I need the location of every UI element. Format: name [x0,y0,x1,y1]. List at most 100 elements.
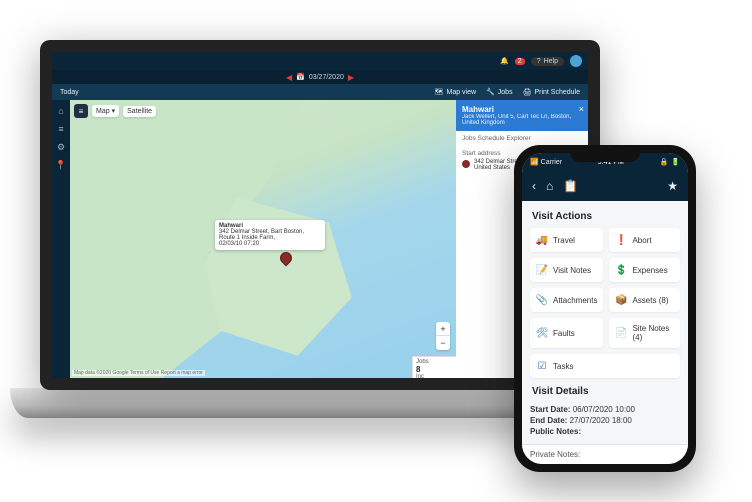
wrench-icon: 🔧 [486,88,495,96]
alert-icon: ❗ [615,234,627,246]
note-icon: 📝 [536,264,548,276]
end-date-value: 27/07/2020 18:00 [570,416,632,425]
paperclip-icon: 📎 [536,294,548,306]
visit-actions-title: Visit Actions [532,211,680,222]
panel-section-title: Jobs Schedule Explorer [462,135,582,142]
tab-map-view[interactable]: 🗺 Map view [435,88,476,96]
action-tasks-label: Tasks [553,362,573,371]
action-tasks[interactable]: ☑ Tasks [530,354,680,378]
help-button[interactable]: ? Help [531,57,564,66]
action-visit-notes[interactable]: 📝 Visit Notes [530,258,603,282]
sidebar-gear-icon[interactable]: ⚙ [56,142,66,152]
map-attribution: Map data ©2020 Google Terms of Use Repor… [72,370,205,376]
close-icon[interactable]: × [579,104,584,114]
clipboard-icon[interactable]: 📋 [563,179,578,193]
doc-icon: 📄 [615,327,627,339]
home-icon[interactable]: ⌂ [546,179,553,193]
panel-section: Jobs Schedule Explorer [456,131,588,146]
today-label: Today [60,89,79,96]
action-sitenotes-label: Site Notes (4) [632,324,674,342]
tools-icon: 🛠 [536,327,548,339]
action-abort[interactable]: ❗ Abort [609,228,680,252]
left-sidebar: ⌂ ≡ ⚙ 📍 [52,100,70,378]
date-prev-icon[interactable]: ◀ [286,73,292,82]
sidebar-list-icon[interactable]: ≡ [56,124,66,134]
phone-device: 📶 Carrier 9:41 PM 🔒 🔋 ‹ ⌂ 📋 ★ Visit Acti… [514,145,696,472]
map-icon: 🗺 [435,88,444,96]
action-expenses-label: Expenses [632,266,667,275]
app-topbar: 🔔 2 ? Help [52,52,588,70]
action-expenses[interactable]: 💲 Expenses [609,258,680,282]
map-popup: Mahwari 342 Delmar Street, Bart Boston, … [215,220,325,250]
box-icon: 📦 [615,294,627,306]
avatar[interactable] [570,55,582,67]
alert-badge[interactable]: 2 [515,58,525,65]
current-date[interactable]: 03/27/2020 [309,74,344,81]
status-time: 9:41 PM [598,159,624,166]
tab-print-schedule[interactable]: 🖨 Print Schedule [523,88,580,96]
map-layer-controls: ≡ Map ▾ Satellite [74,104,156,118]
check-icon: ☑ [536,360,548,372]
sidebar-home-icon[interactable]: ⌂ [56,106,66,116]
phone-body[interactable]: Visit Actions 🚚 Travel ❗ Abort 📝 Visit N… [522,201,688,444]
panel-title: Mahwari [462,105,582,114]
phone-footer: Private Notes: [522,444,688,464]
tab-jobs[interactable]: 🔧 Jobs [486,88,513,96]
print-icon: 🖨 [523,88,532,96]
location-dot-icon [462,160,470,168]
lock-icon: 🔒 [660,158,669,166]
view-toolbar: Today 🗺 Map view 🔧 Jobs 🖨 Print Schedule [52,84,588,100]
calendar-icon[interactable]: 📅 [296,73,305,81]
chevron-down-icon: ▾ [112,107,116,115]
sidebar-pin-icon[interactable]: 📍 [56,160,66,170]
action-travel[interactable]: 🚚 Travel [530,228,603,252]
phone-nav: ‹ ⌂ 📋 ★ [522,171,688,201]
action-site-notes[interactable]: 📄 Site Notes (4) [609,318,680,348]
start-date-label: Start Date: [530,405,570,414]
zoom-out-button[interactable]: − [436,336,450,350]
action-visitnotes-label: Visit Notes [553,266,591,275]
back-icon[interactable]: ‹ [532,179,536,193]
popup-line2: 02/03/10 07:20 [219,241,321,247]
phone-status-bar: 📶 Carrier 9:41 PM 🔒 🔋 [522,153,688,171]
action-assets[interactable]: 📦 Assets (8) [609,288,680,312]
carrier-label: 📶 Carrier [530,158,562,166]
expense-icon: 💲 [615,264,627,276]
tab-jobs-label: Jobs [498,89,513,96]
layer-map-button[interactable]: Map ▾ [92,105,119,117]
tab-print-label: Print Schedule [534,89,580,96]
battery-icon: 🔋 [671,158,680,166]
zoom-in-button[interactable]: + [436,322,450,336]
actions-grid: 🚚 Travel ❗ Abort 📝 Visit Notes 💲 Expense… [530,228,680,378]
footer-jobs-count: 8 [416,365,453,374]
action-attachments-label: Attachments [553,296,597,305]
end-date-label: End Date: [530,416,567,425]
layer-map-label: Map [96,108,110,115]
panel-header: Mahwari Jack Wellert, Unit 5, Cart Tec L… [456,100,588,131]
map-zoom-control: + − [436,322,450,350]
date-next-icon[interactable]: ▶ [348,73,354,82]
action-faults[interactable]: 🛠 Faults [530,318,603,348]
truck-icon: 🚚 [536,234,548,246]
star-icon[interactable]: ★ [667,179,678,193]
phone-screen: 📶 Carrier 9:41 PM 🔒 🔋 ‹ ⌂ 📋 ★ Visit Acti… [522,153,688,464]
bell-icon[interactable]: 🔔 [500,57,509,65]
action-attachments[interactable]: 📎 Attachments [530,288,603,312]
layer-satellite-button[interactable]: Satellite [123,106,156,117]
panel-subtitle: Jack Wellert, Unit 5, Cart Tec Ln, Bosto… [462,114,582,126]
tab-map-label: Map view [446,89,476,96]
public-notes-label: Public Notes: [530,427,581,436]
map-footer-panel: Jobs 8 Inc [412,356,456,378]
carrier-text: Carrier [541,159,562,166]
action-abort-label: Abort [632,236,651,245]
map-menu-icon[interactable]: ≡ [74,104,88,118]
map-canvas[interactable]: ≡ Map ▾ Satellite Mahwari 342 Delmar Str… [70,100,456,378]
signal-icon: 📶 [530,159,539,166]
private-notes-label: Private Notes: [530,450,580,459]
help-label: Help [544,58,558,65]
help-icon: ? [537,58,541,65]
footer-jobs-sub: Inc [416,374,453,378]
action-faults-label: Faults [553,329,575,338]
layer-sat-label: Satellite [127,108,152,115]
visit-details: Start Date: 06/07/2020 10:00 End Date: 2… [530,405,680,436]
